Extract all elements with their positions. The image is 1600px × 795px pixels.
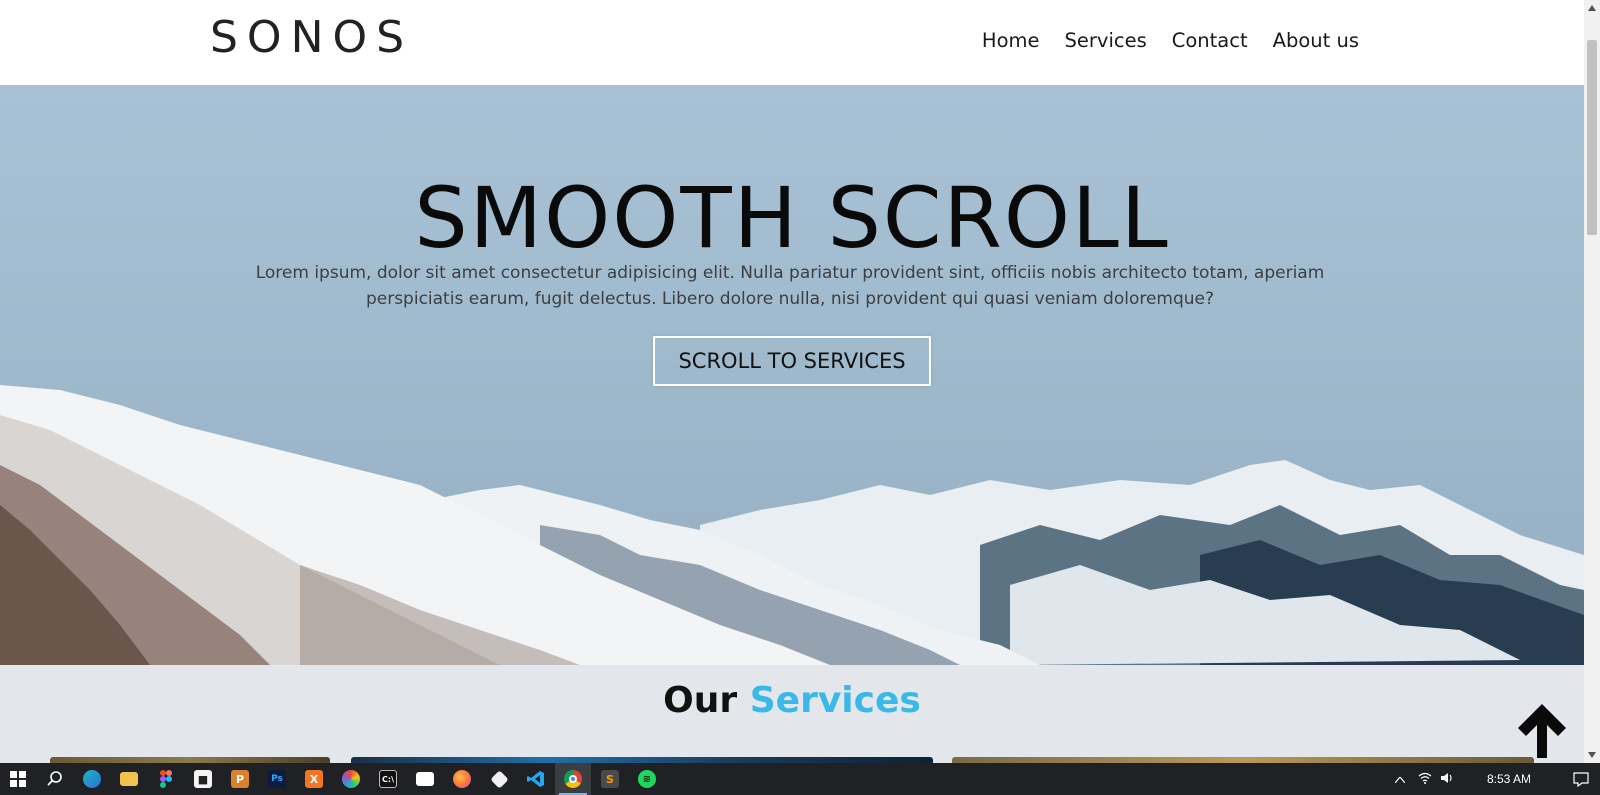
scroll-up-arrow-icon[interactable]: [1584, 0, 1600, 16]
services-title: Our Services: [0, 680, 1584, 721]
system-tray: [1390, 763, 1458, 795]
chrome-icon[interactable]: [555, 763, 591, 795]
git-icon[interactable]: [481, 763, 517, 795]
site-logo[interactable]: SONOS: [210, 12, 413, 63]
powerpoint-icon[interactable]: P: [222, 763, 258, 795]
terminal-icon[interactable]: C:\: [370, 763, 406, 795]
wifi-icon[interactable]: [1414, 772, 1436, 787]
volume-icon[interactable]: [1436, 772, 1458, 787]
file-explorer-icon[interactable]: [111, 763, 147, 795]
hero-title: SMOOTH SCROLL: [414, 169, 1170, 267]
system-clock[interactable]: 8:53 AM: [1487, 772, 1531, 786]
firefox-icon[interactable]: [444, 763, 480, 795]
vscode-icon[interactable]: [518, 763, 554, 795]
site-header: SONOS Home Services Contact About us: [0, 0, 1584, 85]
scroll-to-services-button[interactable]: SCROLL TO SERVICES: [653, 336, 931, 386]
main-nav: Home Services Contact About us: [982, 29, 1359, 52]
services-title-accent: Services: [749, 680, 921, 721]
windows-taskbar: ■ P Ps X C:\ S ≋ 8:53 AM: [0, 763, 1600, 795]
back-to-top-arrow-icon[interactable]: [1512, 700, 1572, 760]
hero-description-line2: perspiciatis earum, fugit delectus. Libe…: [365, 289, 1215, 309]
vertical-scrollbar[interactable]: [1584, 0, 1600, 763]
nav-about-link[interactable]: About us: [1273, 29, 1359, 52]
xampp-icon[interactable]: X: [296, 763, 332, 795]
store-icon[interactable]: [407, 763, 443, 795]
scrollbar-thumb[interactable]: [1587, 40, 1597, 235]
hero-section: SMOOTH SCROLL Lorem ipsum, dolor sit ame…: [0, 85, 1584, 665]
nav-home-link[interactable]: Home: [982, 29, 1040, 52]
scroll-down-arrow-icon[interactable]: [1584, 747, 1600, 763]
windows-start-icon[interactable]: [0, 763, 36, 795]
nav-contact-link[interactable]: Contact: [1172, 29, 1248, 52]
photoshop-icon[interactable]: Ps: [259, 763, 295, 795]
browser-viewport: SONOS Home Services Contact About us SMO…: [0, 0, 1584, 763]
sublime-icon[interactable]: S: [592, 763, 628, 795]
services-section: Our Services: [0, 665, 1584, 763]
hero-description: Lorem ipsum, dolor sit amet consectetur …: [240, 260, 1340, 312]
notifications-icon[interactable]: [1563, 763, 1599, 795]
color-picker-icon[interactable]: [333, 763, 369, 795]
hero-description-line1: Lorem ipsum, dolor sit amet consectetur …: [255, 263, 1325, 283]
edge-icon[interactable]: [74, 763, 110, 795]
services-title-main: Our: [663, 680, 738, 721]
show-hidden-icons-chevron-icon[interactable]: [1390, 772, 1410, 786]
spotify-icon[interactable]: ≋: [629, 763, 665, 795]
search-icon[interactable]: [37, 763, 73, 795]
camera-icon[interactable]: ■: [185, 763, 221, 795]
nav-services-link[interactable]: Services: [1065, 29, 1147, 52]
figma-icon[interactable]: [148, 763, 184, 795]
